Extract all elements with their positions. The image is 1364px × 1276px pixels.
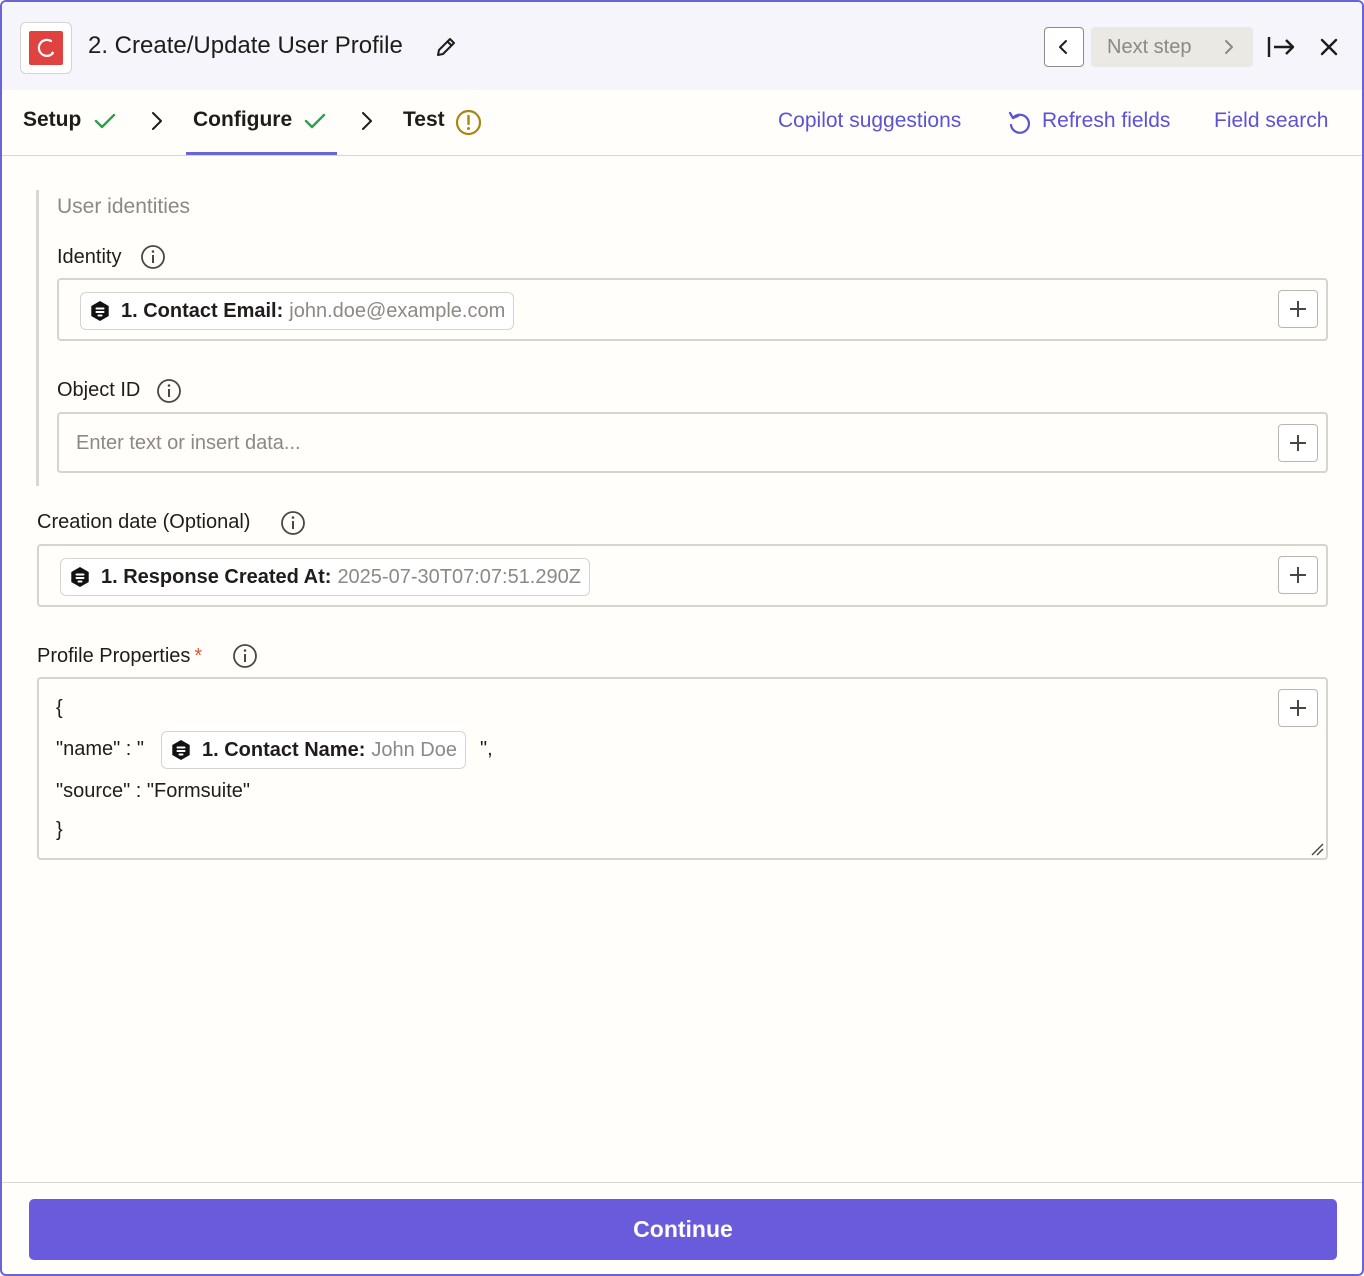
info-icon[interactable]: [140, 244, 166, 270]
check-icon: [94, 113, 116, 129]
plus-icon: [1290, 301, 1306, 317]
tab-configure[interactable]: Configure: [193, 108, 292, 132]
formsuite-app-icon: [91, 301, 109, 321]
resize-handle-icon[interactable]: [1310, 842, 1324, 856]
formsuite-app-icon: [71, 567, 89, 587]
step-title: 2. Create/Update User Profile: [88, 32, 403, 59]
dock-panel-icon[interactable]: [1266, 34, 1296, 60]
refresh-fields-link[interactable]: Refresh fields: [1042, 109, 1170, 133]
code-line: ",: [480, 738, 493, 760]
creation-date-field[interactable]: 1. Response Created At: 2025-07-30T07:07…: [37, 544, 1328, 607]
contact-name-data-pill[interactable]: 1. Contact Name: John Doe: [161, 731, 466, 769]
app-logo-icon: [37, 38, 54, 57]
continue-button[interactable]: Continue: [29, 1199, 1337, 1260]
chevron-right-icon: [362, 112, 372, 130]
code-line: "source" : "Formsuite": [56, 780, 251, 802]
active-tab-indicator: [186, 152, 337, 155]
code-line: }: [56, 819, 63, 841]
chevron-right-icon: [1225, 40, 1233, 54]
object-id-label: Object ID: [57, 379, 141, 401]
code-line: "name" : ": [56, 738, 144, 760]
profile-properties-label-text: Profile Properties: [37, 645, 191, 667]
pill-field-name: 1. Contact Email:: [121, 299, 284, 322]
group-title: User identities: [57, 195, 191, 218]
object-id-placeholder: Enter text or insert data...: [76, 432, 301, 454]
plus-icon: [1290, 567, 1306, 583]
footer-divider: [2, 1182, 1362, 1183]
previous-step-button[interactable]: [1044, 27, 1084, 67]
formsuite-app-icon: [172, 740, 190, 760]
pill-field-value: John Doe: [371, 738, 457, 761]
insert-data-button[interactable]: [1278, 556, 1318, 594]
creation-date-data-pill[interactable]: 1. Response Created At: 2025-07-30T07:07…: [60, 558, 590, 596]
insert-data-button[interactable]: [1278, 424, 1318, 462]
profile-properties-textarea[interactable]: { "name" : " 1. Contact Name: John Doe "…: [37, 677, 1328, 860]
pill-field-name: 1. Contact Name:: [202, 738, 366, 761]
identity-label: Identity: [57, 246, 122, 268]
pill-field-value: 2025-07-30T07:07:51.290Z: [337, 565, 581, 588]
field-search-link[interactable]: Field search: [1214, 109, 1328, 133]
profile-properties-label: Profile Properties *: [37, 645, 202, 668]
plus-icon: [1290, 435, 1306, 451]
app-logo: [20, 22, 72, 74]
creation-date-label: Creation date (Optional): [37, 511, 251, 533]
copilot-suggestions-link[interactable]: Copilot suggestions: [778, 109, 961, 133]
insert-data-button[interactable]: [1278, 689, 1318, 727]
code-line: {: [56, 697, 63, 719]
tab-setup[interactable]: Setup: [23, 108, 81, 132]
plus-icon: [1290, 700, 1306, 716]
required-marker: *: [194, 645, 203, 667]
object-id-field[interactable]: Enter text or insert data...: [57, 412, 1328, 473]
pill-field-value: john.doe@example.com: [289, 299, 506, 322]
identity-data-pill[interactable]: 1. Contact Email: john.doe@example.com: [80, 292, 515, 330]
insert-data-button[interactable]: [1278, 290, 1318, 328]
chevron-right-icon: [152, 112, 162, 130]
next-step-button[interactable]: Next step: [1091, 27, 1253, 67]
chevron-left-icon: [1059, 40, 1067, 54]
info-icon[interactable]: [280, 510, 306, 536]
info-icon[interactable]: [232, 643, 258, 669]
refresh-icon[interactable]: [1007, 110, 1031, 136]
group-divider: [36, 190, 39, 486]
panel-header: 2. Create/Update User Profile Next step: [2, 2, 1362, 90]
close-icon[interactable]: [1318, 36, 1340, 58]
identity-field[interactable]: 1. Contact Email: john.doe@example.com: [57, 278, 1328, 341]
warning-icon: [455, 109, 482, 136]
pencil-icon[interactable]: [434, 35, 458, 59]
step-editor-panel: 2. Create/Update User Profile Next step: [0, 0, 1364, 1276]
info-icon[interactable]: [156, 378, 182, 404]
check-icon: [304, 113, 326, 129]
next-step-label: Next step: [1107, 35, 1192, 58]
tab-test[interactable]: Test: [403, 108, 445, 132]
pill-field-name: 1. Response Created At:: [101, 565, 332, 588]
